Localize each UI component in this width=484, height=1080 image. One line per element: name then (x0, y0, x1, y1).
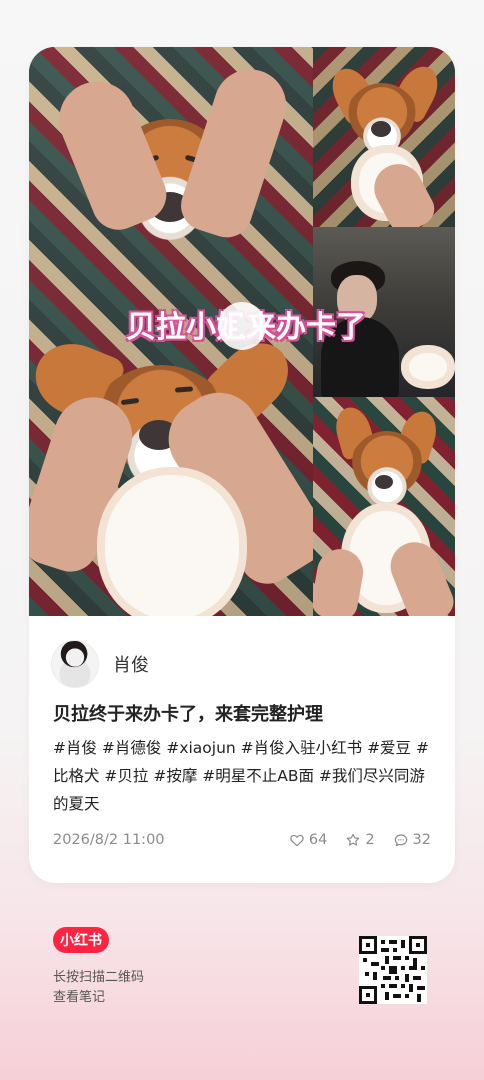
qr-module (381, 984, 385, 988)
play-icon[interactable] (218, 302, 266, 350)
qr-module (421, 966, 425, 970)
heart-icon (290, 834, 304, 847)
qr-code-icon[interactable] (359, 936, 427, 1004)
qr-finder-top-left (359, 936, 377, 954)
qr-module (409, 984, 413, 992)
qr-module (405, 994, 409, 998)
dog-body-lower (97, 467, 247, 616)
qr-module (365, 972, 369, 976)
qr-module (417, 986, 425, 990)
qr-module (381, 940, 385, 944)
qr-module (381, 948, 389, 952)
avatar[interactable] (51, 640, 99, 688)
hashtags[interactable]: #肖俊 #肖德俊 #xiaojun #肖俊入驻小红书 #爱豆 #比格犬 #贝拉 … (53, 734, 435, 818)
qr-module (405, 956, 409, 960)
dog-body-middle-right (401, 345, 455, 389)
qr-module (385, 956, 389, 964)
qr-module (371, 962, 379, 966)
qr-module (393, 956, 401, 960)
qr-module (401, 940, 405, 948)
comment-icon (394, 834, 407, 847)
dog-nose-bottom-right (375, 475, 393, 489)
qr-module (413, 958, 417, 966)
like-count-item[interactable]: 64 (289, 832, 327, 848)
qr-module (389, 940, 397, 944)
qr-module (401, 966, 405, 970)
qr-module (405, 974, 409, 982)
qr-module (385, 992, 389, 1000)
qr-module (393, 994, 401, 998)
post-title: 贝拉终于来办卡了，来套完整护理 (53, 704, 323, 725)
footer-line-2: 查看笔记 (53, 990, 106, 1005)
post-timestamp: 2026/8/2 11:00 (53, 832, 165, 848)
post-actions: 64 2 32 (289, 832, 431, 848)
qr-module (395, 976, 399, 980)
bottom-right-panel (313, 397, 455, 616)
author-row[interactable]: 肖俊 (51, 640, 149, 688)
qr-module (381, 966, 385, 970)
qr-module (401, 984, 405, 988)
top-right-panel (313, 47, 455, 227)
dog-nose-top-right (371, 121, 391, 137)
comment-count-item[interactable]: 32 (393, 832, 431, 848)
star-icon (347, 833, 360, 846)
qr-finder-bottom-left (359, 986, 377, 1004)
qr-module (363, 958, 367, 962)
brand-badge: 小红书 (53, 927, 109, 953)
collect-count: 2 (365, 832, 375, 848)
footer-text: 长按扫描二维码 查看笔记 (53, 968, 144, 1008)
like-count: 64 (308, 832, 328, 848)
video-cover[interactable]: 贝拉小姐来办卡了 (29, 47, 455, 616)
qr-module (413, 976, 421, 980)
qr-module (417, 994, 421, 1002)
qr-module (383, 976, 391, 980)
collect-count-item[interactable]: 2 (345, 832, 375, 848)
post-meta-row: 2026/8/2 11:00 64 2 32 (53, 828, 431, 852)
qr-module (393, 948, 397, 952)
note-card: 贝拉小姐来办卡了 肖俊 贝拉终于来办卡了，来套完整护理 #肖俊 #肖德俊 #xi… (29, 47, 455, 883)
qr-module (389, 984, 397, 988)
qr-module (409, 966, 417, 970)
qr-module (389, 966, 397, 974)
comment-count: 32 (412, 832, 431, 848)
qr-finder-top-right (409, 936, 427, 954)
author-name[interactable]: 肖俊 (113, 651, 149, 677)
qr-module (373, 972, 377, 980)
footer-line-1: 长按扫描二维码 (53, 970, 145, 985)
